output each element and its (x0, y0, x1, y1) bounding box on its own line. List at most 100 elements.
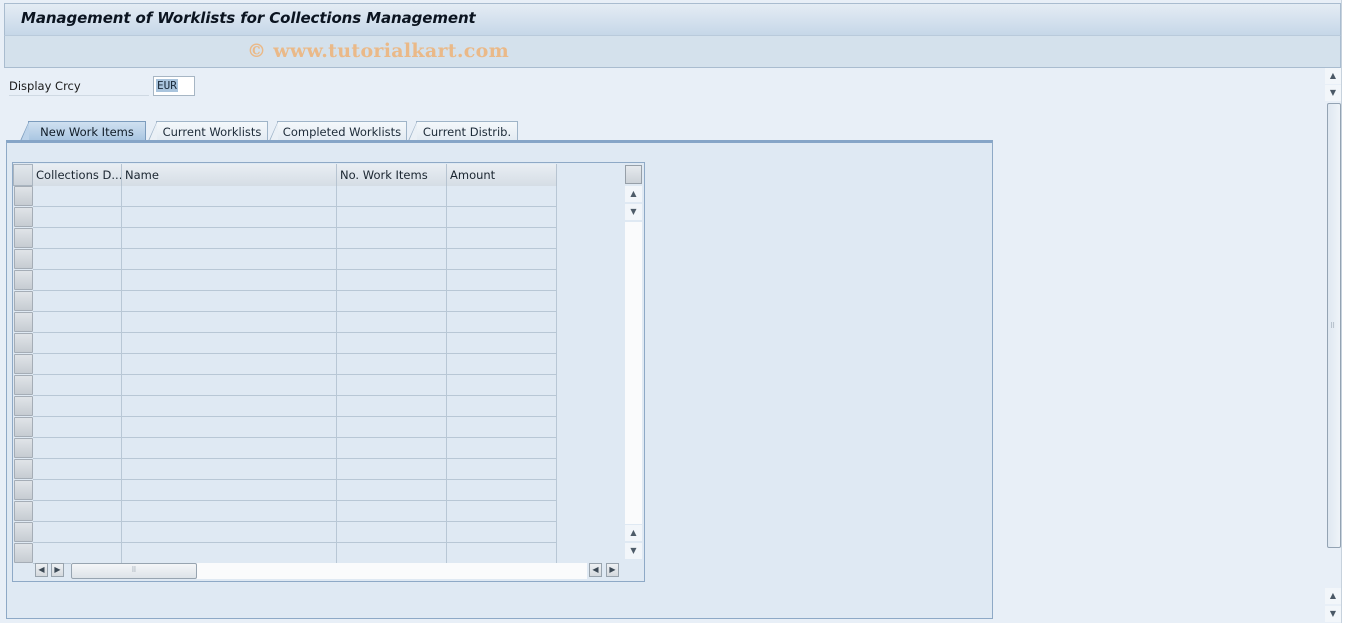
table-cell[interactable] (122, 270, 337, 291)
table-row[interactable] (13, 249, 557, 270)
row-selector[interactable] (14, 375, 33, 395)
table-cell[interactable] (337, 375, 447, 396)
table-cell[interactable] (33, 249, 122, 270)
table-cell[interactable] (337, 333, 447, 354)
table-row[interactable] (13, 375, 557, 396)
table-cell[interactable] (337, 417, 447, 438)
scroll-down-icon[interactable]: ▼ (1325, 85, 1341, 101)
table-cell[interactable] (33, 270, 122, 291)
table-cell[interactable] (337, 207, 447, 228)
display-currency-input[interactable]: EUR (153, 76, 195, 96)
table-cell[interactable] (33, 522, 122, 543)
table-cell[interactable] (447, 501, 557, 522)
table-cell[interactable] (122, 291, 337, 312)
table-cell[interactable] (447, 354, 557, 375)
scroll-left-icon[interactable]: ◀ (589, 563, 602, 577)
scroll-up-icon[interactable]: ▲ (1325, 68, 1341, 84)
table-cell[interactable] (122, 333, 337, 354)
table-row[interactable] (13, 480, 557, 501)
table-cell[interactable] (447, 438, 557, 459)
table-row[interactable] (13, 291, 557, 312)
table-cell[interactable] (447, 249, 557, 270)
scroll-right-icon[interactable]: ▶ (606, 563, 619, 577)
table-cell[interactable] (122, 186, 337, 207)
table-vertical-scrollbar[interactable]: ▲ ▼ ▲ ▼ (625, 164, 643, 559)
table-cell[interactable] (447, 291, 557, 312)
column-settings-button[interactable] (625, 165, 642, 184)
page-vertical-scrollbar[interactable]: ▲ ▼ ⠿ ▲ ▼ (1325, 68, 1341, 623)
row-selector[interactable] (14, 249, 33, 269)
row-selector[interactable] (14, 501, 33, 521)
table-cell[interactable] (447, 270, 557, 291)
table-cell[interactable] (122, 396, 337, 417)
table-cell[interactable] (447, 480, 557, 501)
scroll-up-icon[interactable]: ▲ (625, 525, 642, 541)
table-cell[interactable] (122, 228, 337, 249)
table-cell[interactable] (337, 396, 447, 417)
table-cell[interactable] (122, 249, 337, 270)
scroll-down-icon[interactable]: ▼ (1325, 606, 1341, 622)
table-cell[interactable] (337, 354, 447, 375)
scroll-up-icon[interactable]: ▲ (625, 186, 642, 202)
column-header-amount[interactable]: Amount (447, 164, 557, 186)
row-selector[interactable] (14, 312, 33, 332)
row-selector[interactable] (14, 207, 33, 227)
row-selector[interactable] (14, 333, 33, 353)
table-cell[interactable] (122, 354, 337, 375)
table-cell[interactable] (122, 480, 337, 501)
tab-current-worklists[interactable]: Current Worklists (148, 121, 268, 141)
tab-completed-worklists[interactable]: Completed Worklists (269, 121, 407, 141)
table-cell[interactable] (33, 459, 122, 480)
row-selector[interactable] (14, 186, 33, 206)
table-cell[interactable] (122, 375, 337, 396)
table-cell[interactable] (122, 522, 337, 543)
table-cell[interactable] (33, 228, 122, 249)
table-row[interactable] (13, 438, 557, 459)
select-all-button[interactable] (13, 164, 33, 186)
table-row[interactable] (13, 270, 557, 291)
table-cell[interactable] (337, 459, 447, 480)
table-row[interactable] (13, 396, 557, 417)
table-cell[interactable] (337, 438, 447, 459)
scroll-right-icon[interactable]: ▶ (51, 563, 64, 577)
row-selector[interactable] (14, 228, 33, 248)
table-cell[interactable] (447, 396, 557, 417)
table-cell[interactable] (337, 270, 447, 291)
table-cell[interactable] (33, 543, 122, 564)
table-cell[interactable] (337, 228, 447, 249)
table-cell[interactable] (33, 438, 122, 459)
table-cell[interactable] (33, 354, 122, 375)
table-cell[interactable] (33, 333, 122, 354)
column-header-no-work-items[interactable]: No. Work Items (337, 164, 447, 186)
table-row[interactable] (13, 417, 557, 438)
row-selector[interactable] (14, 291, 33, 311)
table-cell[interactable] (337, 312, 447, 333)
table-cell[interactable] (122, 543, 337, 564)
tab-current-distrib[interactable]: Current Distrib. (408, 121, 518, 141)
table-cell[interactable] (447, 543, 557, 564)
table-cell[interactable] (447, 228, 557, 249)
table-cell[interactable] (122, 207, 337, 228)
column-header-name[interactable]: Name (122, 164, 337, 186)
table-row[interactable] (13, 207, 557, 228)
table-cell[interactable] (447, 312, 557, 333)
table-cell[interactable] (447, 417, 557, 438)
table-cell[interactable] (122, 459, 337, 480)
table-cell[interactable] (337, 186, 447, 207)
table-cell[interactable] (447, 186, 557, 207)
scroll-left-icon[interactable]: ◀ (35, 563, 48, 577)
row-selector[interactable] (14, 270, 33, 290)
table-cell[interactable] (447, 333, 557, 354)
row-selector[interactable] (14, 396, 33, 416)
table-cell[interactable] (33, 417, 122, 438)
scroll-track[interactable] (625, 222, 642, 524)
table-cell[interactable] (33, 501, 122, 522)
table-row[interactable] (13, 312, 557, 333)
table-horizontal-scrollbar[interactable]: ◀ ▶ ⠿ ◀ ▶ (33, 563, 623, 579)
table-cell[interactable] (33, 207, 122, 228)
table-cell[interactable] (122, 312, 337, 333)
table-row[interactable] (13, 354, 557, 375)
table-cell[interactable] (337, 291, 447, 312)
table-row[interactable] (13, 543, 557, 564)
scroll-down-icon[interactable]: ▼ (625, 204, 642, 220)
